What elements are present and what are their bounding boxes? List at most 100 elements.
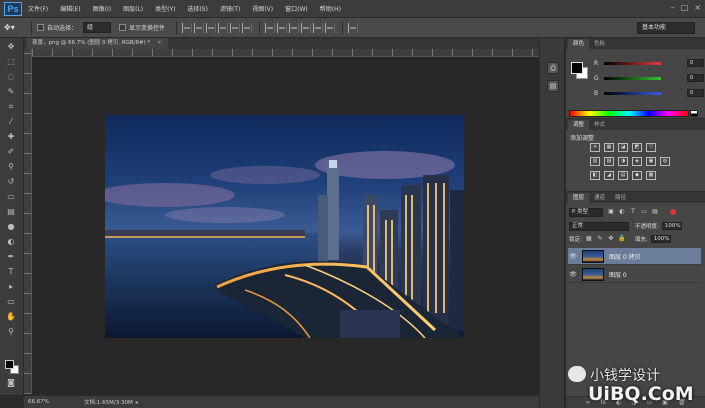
lock-all-icon[interactable]: 🔒 — [618, 235, 626, 243]
tab-layers[interactable]: 图层 — [568, 193, 590, 203]
gradient-map-icon[interactable]: ▩ — [646, 171, 656, 180]
tab-paths[interactable]: 路径 — [610, 193, 631, 203]
lasso-tool-icon[interactable]: ◌ — [4, 72, 18, 82]
color-lookup-icon[interactable]: ◍ — [660, 157, 670, 166]
selective-color-icon[interactable]: ◆ — [632, 171, 642, 180]
maximize-button[interactable]: □ — [681, 3, 689, 12]
eraser-tool-icon[interactable]: ▭ — [4, 192, 18, 202]
layer-kind-filter[interactable]: P 类型 — [569, 207, 603, 217]
foreground-color-swatch[interactable] — [5, 360, 14, 369]
tab-styles[interactable]: 样式 — [589, 120, 610, 130]
crop-tool-icon[interactable]: ⌗ — [4, 102, 18, 112]
adjustment-filter-icon[interactable]: ◐ — [618, 208, 626, 216]
menu-filter[interactable]: 滤镜(T) — [220, 4, 240, 13]
align-top-icon[interactable] — [182, 22, 193, 33]
align-vcenter-icon[interactable] — [194, 22, 205, 33]
menu-layer[interactable]: 图层(L) — [123, 4, 143, 13]
align-bottom-icon[interactable] — [206, 22, 217, 33]
invert-icon[interactable]: ◧ — [590, 171, 600, 180]
blue-value-field[interactable]: 0 — [686, 89, 704, 97]
align-hcenter-icon[interactable] — [230, 22, 241, 33]
layer-row[interactable]: 👁 图层 0 — [568, 266, 701, 283]
blend-mode-select[interactable]: 正常 — [569, 221, 629, 231]
hand-tool-icon[interactable]: ✋ — [4, 312, 18, 322]
eyedropper-tool-icon[interactable]: ⁄ — [4, 117, 18, 127]
layer-name[interactable]: 图层 0 — [609, 270, 627, 279]
foreground-color-swatch[interactable] — [571, 62, 583, 74]
posterize-icon[interactable]: ◢ — [604, 171, 614, 180]
red-slider[interactable] — [603, 61, 661, 65]
history-brush-tool-icon[interactable]: ↺ — [4, 177, 18, 187]
distribute-bottom-icon[interactable] — [289, 22, 300, 33]
align-left-icon[interactable] — [218, 22, 229, 33]
shape-tool-icon[interactable]: ▭ — [4, 297, 18, 307]
document-tab[interactable]: 夜景，png @ 66.7% (图层 0 拷贝, RGB/8#) * × — [26, 38, 168, 49]
black-white-icon[interactable]: ◑ — [618, 157, 628, 166]
menu-image[interactable]: 图像(I) — [93, 4, 111, 13]
workspace-switcher[interactable]: 基本功能 — [637, 22, 695, 34]
pen-tool-icon[interactable]: ✒ — [4, 252, 18, 262]
show-transform-checkbox[interactable] — [119, 24, 127, 31]
fill-field[interactable]: 100% — [650, 235, 671, 243]
distribute-right-icon[interactable] — [325, 22, 336, 33]
menu-select[interactable]: 选择(S) — [187, 4, 208, 13]
exposure-icon[interactable]: ◩ — [632, 143, 642, 152]
curves-icon[interactable]: ◪ — [618, 143, 628, 152]
threshold-icon[interactable]: ▤ — [618, 171, 628, 180]
distribute-top-icon[interactable] — [265, 22, 276, 33]
pixel-filter-icon[interactable]: ▣ — [607, 208, 615, 216]
path-select-tool-icon[interactable]: ▸ — [4, 282, 18, 292]
color-spectrum-bar[interactable] — [569, 110, 689, 117]
close-tab-icon[interactable]: × — [157, 40, 162, 46]
quick-mask-icon[interactable]: ◙ — [4, 378, 18, 388]
brush-tool-icon[interactable]: ✐ — [4, 147, 18, 157]
shape-filter-icon[interactable]: ▭ — [640, 208, 648, 216]
filter-toggle-icon[interactable] — [670, 209, 676, 215]
photo-filter-icon[interactable]: ◈ — [632, 157, 642, 166]
lock-image-icon[interactable]: ✎ — [596, 235, 604, 243]
visibility-eye-icon[interactable]: 👁 — [568, 271, 578, 278]
layer-name[interactable]: 图层 0 拷贝 — [609, 252, 641, 261]
color-balance-icon[interactable]: ▨ — [604, 157, 614, 166]
visibility-eye-icon[interactable]: 👁 — [568, 253, 578, 260]
tab-adjustments[interactable]: 调整 — [568, 120, 590, 130]
green-slider[interactable] — [603, 76, 661, 80]
close-button[interactable]: × — [694, 3, 701, 12]
menu-file[interactable]: 文件(F) — [28, 4, 48, 13]
menu-edit[interactable]: 编辑(E) — [60, 4, 80, 13]
status-menu-arrow-icon[interactable]: ▸ — [136, 399, 139, 406]
hue-saturation-icon[interactable]: ▥ — [590, 157, 600, 166]
menu-view[interactable]: 视图(V) — [252, 4, 273, 13]
distribute-left-icon[interactable] — [301, 22, 312, 33]
distribute-vcenter-icon[interactable] — [277, 22, 288, 33]
red-value-field[interactable]: 0 — [686, 59, 704, 67]
vibrance-icon[interactable]: ▽ — [646, 143, 656, 152]
lock-position-icon[interactable]: ✥ — [607, 235, 615, 243]
zoom-level[interactable]: 66.67% — [24, 399, 54, 405]
menu-help[interactable]: 帮助(H) — [320, 4, 341, 13]
green-value-field[interactable]: 0 — [686, 74, 704, 82]
auto-select-dropdown[interactable]: 组 — [83, 22, 112, 33]
history-panel-icon[interactable]: ⎙ — [547, 62, 559, 74]
channel-mixer-icon[interactable]: ▣ — [646, 157, 656, 166]
layer-row[interactable]: 👁 图层 0 拷贝 — [568, 248, 701, 265]
type-filter-icon[interactable]: T — [629, 208, 637, 216]
blue-slider[interactable] — [603, 91, 661, 95]
distribute-hcenter-icon[interactable] — [313, 22, 324, 33]
levels-icon[interactable]: ▦ — [604, 143, 614, 152]
quick-select-tool-icon[interactable]: ✎ — [4, 87, 18, 97]
brightness-contrast-icon[interactable]: ☀ — [590, 143, 600, 152]
stamp-tool-icon[interactable]: ⚲ — [4, 162, 18, 172]
healing-tool-icon[interactable]: ✚ — [4, 132, 18, 142]
align-right-icon[interactable] — [242, 22, 253, 33]
menu-type[interactable]: 类型(Y) — [155, 4, 175, 13]
gradient-tool-icon[interactable]: ▤ — [4, 207, 18, 217]
auto-select-checkbox[interactable] — [37, 24, 44, 31]
tool-preset-picker[interactable]: ✥▾ — [4, 21, 26, 35]
city-night-photo[interactable] — [105, 115, 464, 338]
minimize-button[interactable]: – — [671, 3, 675, 12]
smart-object-filter-icon[interactable]: ▤ — [651, 208, 659, 216]
menu-window[interactable]: 窗口(W) — [285, 4, 308, 13]
black-white-ramp[interactable] — [690, 110, 698, 117]
blur-tool-icon[interactable]: ● — [4, 222, 18, 232]
